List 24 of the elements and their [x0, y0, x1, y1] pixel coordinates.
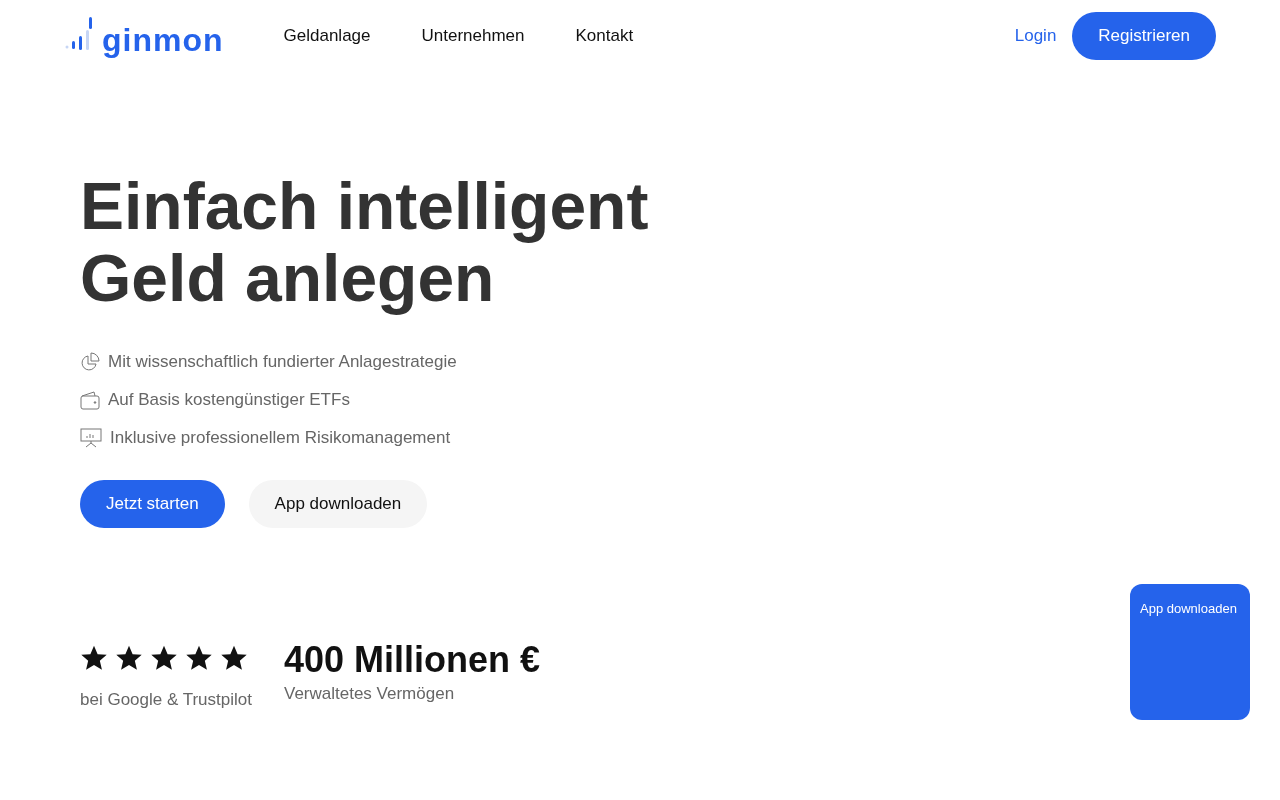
start-button[interactable]: Jetzt starten [80, 480, 225, 528]
star-icon [185, 644, 213, 672]
pie-chart-icon [80, 352, 100, 372]
wallet-icon [80, 390, 100, 410]
download-button[interactable]: App downloaden [248, 480, 428, 528]
login-link[interactable]: Login [1014, 26, 1057, 46]
hero-title: Einfach intelligent Geld anlegen [80, 170, 650, 314]
assets-caption: Verwaltetes Vermögen [284, 684, 456, 704]
feature-text: Inklusive professionellem Risikomanagement [110, 428, 451, 448]
assets-value: 400 Millionen € [284, 640, 541, 680]
nav-link[interactable]: Geldanlage [283, 26, 371, 46]
register-button[interactable]: Registrieren [1072, 12, 1216, 60]
rating-caption: bei Google & Trustpilot [80, 690, 252, 710]
star-icon [150, 644, 178, 672]
star-icon [220, 644, 248, 672]
feature-text: Auf Basis kostengünstiger ETFs [108, 390, 350, 410]
nav-link[interactable]: Unternehmen [421, 26, 525, 46]
star-icon [80, 644, 108, 672]
star-icon [115, 644, 143, 672]
nav-link[interactable]: Kontakt [575, 26, 634, 46]
feature-text: Mit wissenschaftlich fundierter Anlagestrategie [108, 352, 457, 372]
app-download-card[interactable]: App downloaden [1130, 584, 1250, 720]
logo-text[interactable]: ginmon [102, 24, 224, 56]
presentation-board-icon [80, 428, 102, 448]
